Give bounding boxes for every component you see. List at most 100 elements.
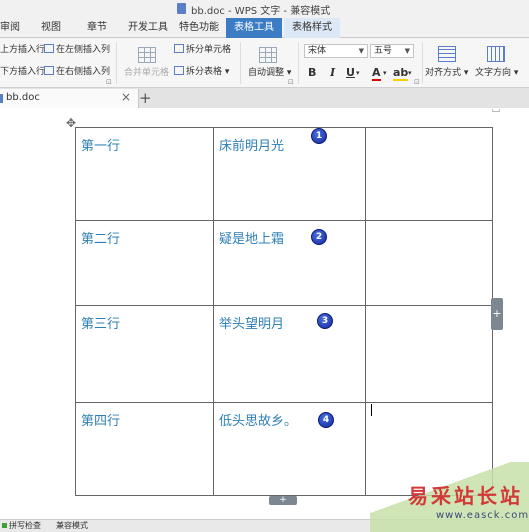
chevron-down-icon[interactable]: ▾ — [383, 69, 387, 77]
document-tab-label: bb.doc — [6, 92, 40, 103]
document-table[interactable]: 第一行 床前明月光 1 第二行 疑是地上霜 2 第三行 举头望明月 3 第四行 低头思… — [75, 127, 493, 496]
font-color-button[interactable]: A — [372, 66, 381, 81]
table-cell[interactable]: 疑是地上霜 2 — [213, 220, 366, 306]
new-tab-button[interactable]: + — [139, 88, 152, 108]
tab-table-style[interactable]: 表格样式 — [284, 18, 340, 38]
compat-mode-label: 兼容模式 — [56, 521, 88, 530]
table-cell[interactable]: 低头思故乡。 4 — [213, 402, 366, 496]
dialog-launcher-icon[interactable]: ⊡ — [288, 78, 294, 86]
ribbon: 上方插入行 下方插入行 在左侧插入列 在右侧插入列 ⊡ 合并单元格 拆分单元格 … — [0, 38, 529, 88]
menu-tabs: 审阅 视图 章节 开发工具 特色功能 表格工具 表格样式 — [0, 18, 529, 38]
table-row: 第二行 疑是地上霜 2 — [75, 220, 493, 306]
window-title: bb.doc - WPS 文字 - 兼容模式 — [191, 6, 331, 17]
insert-col-left-label: 在左侧插入列 — [56, 45, 111, 55]
text-direction-label: 文字方向 — [475, 68, 512, 78]
number-badge: 2 — [311, 229, 327, 245]
table-cell[interactable]: 第三行 — [75, 305, 214, 403]
insert-column-icon — [44, 66, 54, 75]
split-table-label: 拆分表格 — [186, 67, 223, 77]
underline-button[interactable]: U — [346, 66, 355, 79]
tab-features[interactable]: 特色功能 — [179, 18, 219, 38]
split-table-icon — [174, 66, 184, 75]
tab-review[interactable]: 审阅 — [0, 18, 20, 38]
autofit-label: 自动调整 — [248, 68, 285, 78]
font-name-select[interactable]: 宋体 ▼ — [304, 44, 368, 58]
dialog-launcher-icon[interactable]: ⊡ — [106, 78, 112, 86]
row-label: 第一行 — [81, 139, 121, 154]
insert-col-right-label: 在右侧插入列 — [56, 67, 111, 77]
align-label: 对齐方式 — [425, 68, 462, 78]
split-cells-button[interactable]: 拆分单元格 — [174, 43, 231, 57]
insert-row-above-label: 上方插入行 — [0, 45, 46, 55]
merge-cells-button[interactable]: 合并单元格 — [124, 66, 169, 80]
document-tab-bar: bb.doc × + — [0, 88, 529, 108]
ribbon-separator — [422, 42, 423, 84]
italic-button[interactable]: I — [330, 66, 335, 79]
poem-line: 低头思故乡。 — [219, 414, 298, 429]
poem-line: 疑是地上霜 — [219, 232, 285, 247]
tab-table-tools[interactable]: 表格工具 — [226, 18, 282, 38]
close-icon[interactable]: × — [121, 90, 131, 104]
table-cell[interactable]: 床前明月光 1 — [213, 127, 366, 221]
bold-button[interactable]: B — [308, 66, 316, 79]
watermark-url: www.easck.com — [436, 510, 529, 521]
insert-col-right-button[interactable]: 在右侧插入列 — [44, 65, 110, 79]
table-cell[interactable]: 第一行 — [75, 127, 214, 221]
row-label: 第四行 — [81, 414, 121, 429]
document-tab[interactable]: bb.doc × — [0, 89, 139, 108]
tab-section[interactable]: 章节 — [87, 18, 107, 38]
chevron-down-icon[interactable]: ▾ — [356, 69, 360, 77]
spell-check-label: 拼写检查 — [9, 521, 41, 530]
document-icon — [0, 94, 3, 103]
tab-view[interactable]: 视图 — [41, 18, 61, 38]
insert-row-below-label: 下方插入行 — [0, 67, 46, 77]
insert-row-above-button[interactable]: 上方插入行 — [0, 43, 45, 57]
font-size-value: 五号 — [374, 46, 393, 56]
row-label: 第三行 — [81, 317, 121, 332]
table-cell[interactable] — [365, 305, 493, 403]
autofit-icon — [259, 47, 277, 63]
font-name-value: 宋体 — [308, 46, 327, 56]
merge-cells-icon — [138, 47, 156, 63]
autofit-button[interactable]: 自动调整 ▾ — [248, 66, 291, 80]
table-cell[interactable] — [365, 220, 493, 306]
insert-col-left-button[interactable]: 在左侧插入列 — [44, 43, 110, 57]
table-cell[interactable]: 第四行 — [75, 402, 214, 496]
dialog-launcher-icon[interactable]: ⊡ — [414, 78, 420, 86]
number-badge: 3 — [317, 313, 333, 329]
number-badge: 1 — [311, 128, 327, 144]
margin-marker — [492, 109, 500, 112]
split-cells-label: 拆分单元格 — [186, 45, 232, 55]
spell-check-button[interactable]: 拼写检查 — [2, 520, 41, 531]
poem-line: 床前明月光 — [219, 139, 285, 154]
split-table-button[interactable]: 拆分表格 ▾ — [174, 65, 229, 79]
table-cell[interactable]: 第二行 — [75, 220, 214, 306]
tab-developer[interactable]: 开发工具 — [128, 18, 168, 38]
split-cells-icon — [174, 44, 184, 53]
text-direction-icon — [487, 46, 505, 62]
number-badge: 4 — [318, 412, 334, 428]
chevron-down-icon[interactable]: ▾ — [408, 69, 412, 77]
add-row-handle[interactable]: + — [269, 496, 297, 505]
poem-line: 举头望明月 — [219, 317, 285, 332]
table-row: 第一行 床前明月光 1 — [75, 127, 493, 221]
table-cell[interactable] — [365, 127, 493, 221]
title-bar: bb.doc - WPS 文字 - 兼容模式 — [0, 0, 529, 18]
add-column-handle[interactable]: + — [491, 298, 503, 330]
text-direction-button[interactable]: 文字方向 ▾ — [475, 66, 518, 80]
table-row: 第三行 举头望明月 3 — [75, 305, 493, 403]
highlight-icon[interactable]: ab — [393, 66, 409, 81]
font-size-select[interactable]: 五号 ▼ — [370, 44, 414, 58]
chevron-down-icon: ▼ — [404, 47, 410, 55]
table-cell[interactable]: 举头望明月 3 — [213, 305, 366, 403]
ribbon-separator — [116, 42, 117, 84]
insert-column-icon — [44, 44, 54, 53]
text-cursor — [371, 404, 372, 416]
document-icon — [177, 3, 186, 14]
spell-check-icon — [2, 523, 7, 528]
align-button[interactable]: 对齐方式 ▾ — [425, 66, 468, 80]
ribbon-separator — [240, 42, 241, 84]
row-label: 第二行 — [81, 232, 121, 247]
insert-row-below-button[interactable]: 下方插入行 — [0, 65, 45, 79]
chevron-down-icon: ▼ — [358, 47, 364, 55]
